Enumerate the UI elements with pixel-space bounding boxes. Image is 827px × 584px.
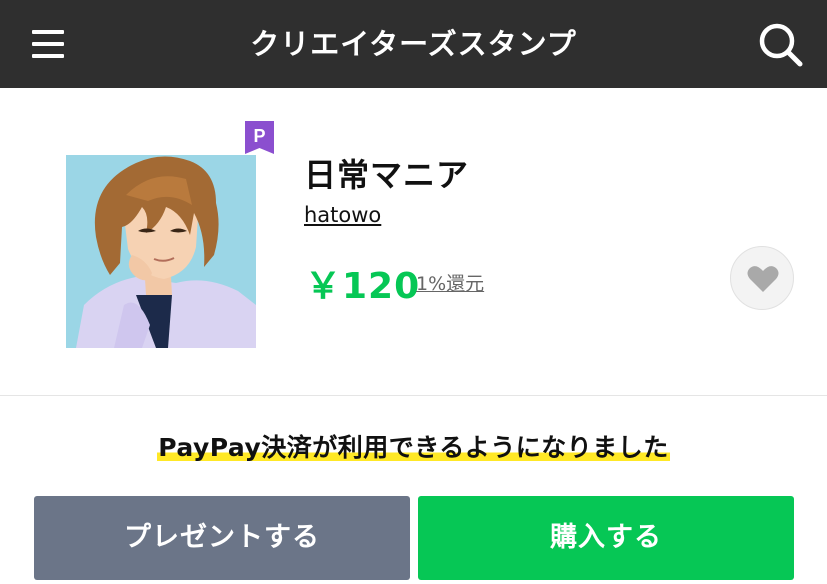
search-button[interactable] bbox=[756, 20, 806, 68]
gift-button[interactable]: プレゼントする bbox=[34, 496, 410, 580]
cashback-link[interactable]: 1%還元 bbox=[416, 269, 484, 296]
sticker-image bbox=[66, 155, 256, 348]
heart-icon bbox=[747, 266, 779, 292]
author-link[interactable]: hatowo bbox=[304, 203, 381, 227]
favorite-button[interactable] bbox=[730, 246, 794, 310]
paypay-notice: PayPay決済が利用できるようになりました bbox=[0, 428, 827, 464]
section-divider bbox=[0, 395, 827, 396]
badge-letter: P bbox=[253, 126, 265, 146]
page-title: クリエイターズスタンプ bbox=[250, 27, 577, 61]
premium-badge: P bbox=[245, 121, 274, 154]
search-icon bbox=[759, 23, 803, 67]
sticker-title: 日常マニア bbox=[304, 156, 470, 194]
price-label: ￥120 bbox=[305, 266, 421, 307]
sticker-thumbnail[interactable] bbox=[66, 155, 256, 348]
notice-text: PayPay決済が利用できるようになりました bbox=[157, 428, 670, 464]
buy-button[interactable]: 購入する bbox=[418, 496, 794, 580]
app-header: クリエイターズスタンプ bbox=[0, 0, 827, 88]
